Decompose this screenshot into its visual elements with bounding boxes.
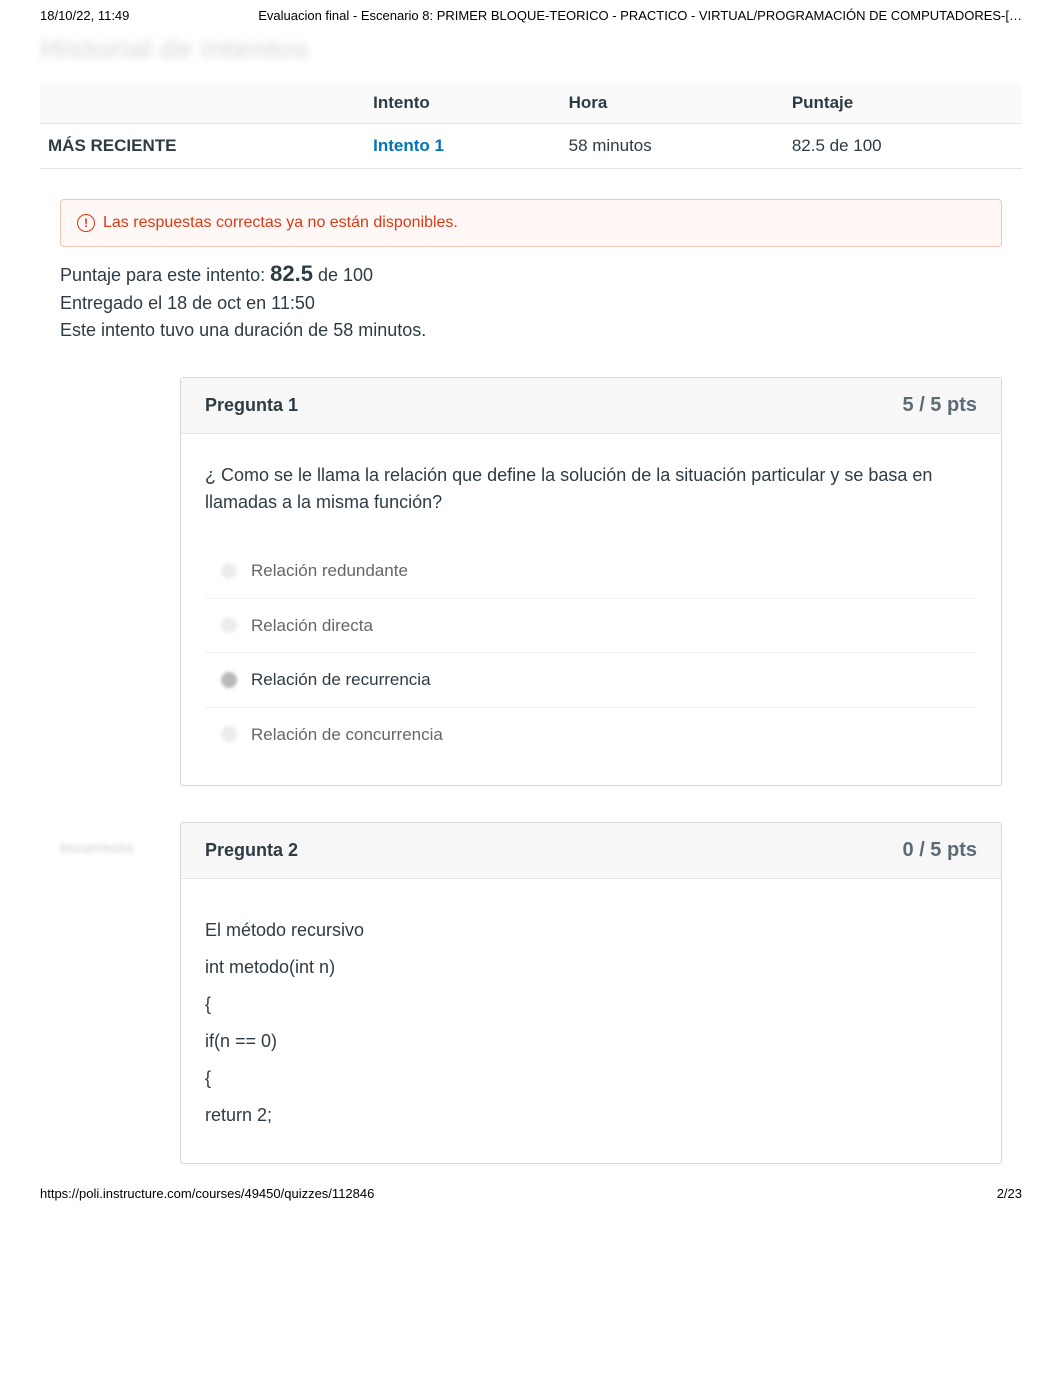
- row-score: 82.5 de 100: [784, 124, 1022, 169]
- page-title-blurred: Historial de intentos: [40, 33, 1022, 65]
- summary-suffix: de 100: [313, 265, 373, 285]
- question-2-card: Pregunta 2 0 / 5 pts El método recursivo…: [180, 822, 1002, 1164]
- code-line: {: [205, 991, 977, 1018]
- question-2-status: Incorrecto: [60, 822, 180, 857]
- row-time: 58 minutos: [561, 124, 784, 169]
- answer-text: Relación de concurrencia: [251, 722, 443, 748]
- answer-option: Relación de concurrencia: [205, 707, 977, 762]
- footer-url: https://poli.instructure.com/courses/494…: [40, 1186, 374, 1201]
- answer-option: Relación directa: [205, 598, 977, 653]
- question-2-points: 0 / 5 pts: [903, 839, 977, 862]
- code-line: int metodo(int n): [205, 954, 977, 981]
- table-row: MÁS RECIENTE Intento 1 58 minutos 82.5 d…: [40, 124, 1022, 169]
- question-1-status: [60, 377, 180, 395]
- radio-off-icon: [221, 726, 237, 742]
- answer-text: Relación directa: [251, 613, 373, 639]
- answer-text: Relación redundante: [251, 558, 408, 584]
- row-label: MÁS RECIENTE: [40, 124, 365, 169]
- question-1-header: Pregunta 1 5 / 5 pts: [181, 378, 1001, 434]
- row-attempt: Intento 1: [365, 124, 560, 169]
- table-header-row: Intento Hora Puntaje: [40, 83, 1022, 124]
- radio-off-icon: [221, 563, 237, 579]
- attempt-link[interactable]: Intento 1: [373, 136, 444, 155]
- code-line: if(n == 0): [205, 1028, 977, 1055]
- th-hora: Hora: [561, 83, 784, 124]
- question-1-points: 5 / 5 pts: [903, 394, 977, 417]
- th-puntaje: Puntaje: [784, 83, 1022, 124]
- th-intento: Intento: [365, 83, 560, 124]
- code-line: El método recursivo: [205, 917, 977, 944]
- footer-page: 2/23: [997, 1186, 1022, 1201]
- question-2-header: Pregunta 2 0 / 5 pts: [181, 823, 1001, 879]
- summary-score-line: Puntaje para este intento: 82.5 de 100: [60, 261, 1002, 287]
- summary-duration-line: Este intento tuvo una duración de 58 min…: [60, 320, 1002, 341]
- answer-option: Relación redundante: [205, 544, 977, 598]
- radio-on-icon: [221, 672, 237, 688]
- code-line: {: [205, 1065, 977, 1092]
- question-1-answers: Relación redundante Relación directa Rel…: [205, 544, 977, 761]
- question-2-body: El método recursivo int metodo(int n) { …: [181, 879, 1001, 1163]
- print-doc-title: Evaluacion final - Escenario 8: PRIMER B…: [258, 8, 1022, 23]
- radio-off-icon: [221, 617, 237, 633]
- th-blank: [40, 83, 365, 124]
- alert-text: Las respuestas correctas ya no están dis…: [103, 214, 458, 232]
- question-1-text: ¿ Como se le llama la relación que defin…: [205, 462, 977, 516]
- alert-banner: ! Las respuestas correctas ya no están d…: [60, 199, 1002, 247]
- print-header: 18/10/22, 11:49 Evaluacion final - Escen…: [40, 0, 1022, 29]
- question-1-wrapper: Pregunta 1 5 / 5 pts ¿ Como se le llama …: [60, 377, 1002, 786]
- warning-icon: !: [77, 214, 95, 232]
- question-1-title: Pregunta 1: [205, 395, 298, 416]
- answer-text: Relación de recurrencia: [251, 667, 431, 693]
- print-datetime: 18/10/22, 11:49: [40, 8, 129, 23]
- summary-score: 82.5: [270, 261, 313, 286]
- print-footer: https://poli.instructure.com/courses/494…: [40, 1180, 1022, 1209]
- answer-option-selected: Relación de recurrencia: [205, 652, 977, 707]
- code-line: return 2;: [205, 1102, 977, 1129]
- summary-submitted-line: Entregado el 18 de oct en 11:50: [60, 293, 1002, 314]
- summary-prefix: Puntaje para este intento:: [60, 265, 270, 285]
- attempts-table: Intento Hora Puntaje MÁS RECIENTE Intent…: [40, 83, 1022, 169]
- question-1-card: Pregunta 1 5 / 5 pts ¿ Como se le llama …: [180, 377, 1002, 786]
- question-2-wrapper: Incorrecto Pregunta 2 0 / 5 pts El métod…: [60, 822, 1002, 1164]
- question-1-body: ¿ Como se le llama la relación que defin…: [181, 434, 1001, 785]
- question-2-title: Pregunta 2: [205, 840, 298, 861]
